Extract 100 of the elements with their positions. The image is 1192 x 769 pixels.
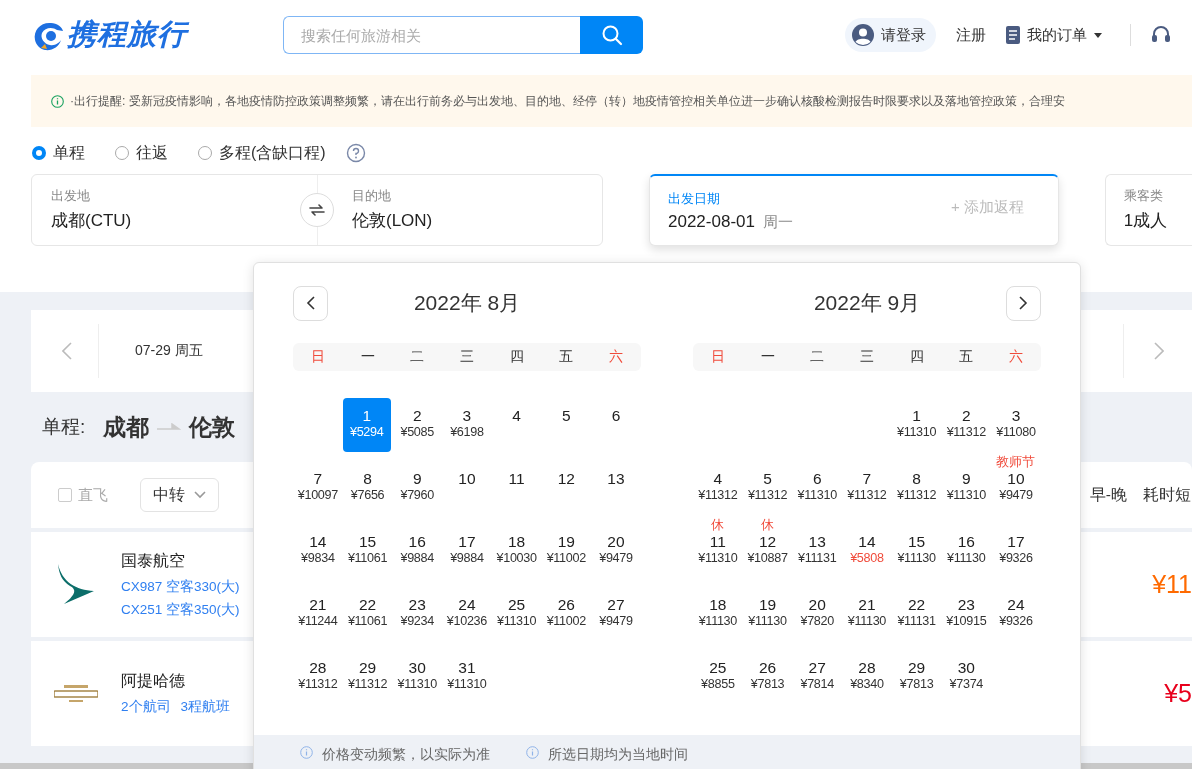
chevron-right-icon — [1019, 296, 1028, 310]
search-button[interactable] — [580, 16, 643, 54]
search-field[interactable]: 搜索任何旅游相关 — [283, 16, 580, 54]
calendar-day[interactable]: 28 ¥11312 — [293, 643, 343, 706]
flight-link[interactable]: 3程航班 — [180, 698, 231, 716]
search-icon — [600, 24, 623, 46]
price-text: ¥11 — [1152, 570, 1192, 599]
filter-dropdown[interactable]: 中转 — [140, 478, 219, 512]
calendar-day[interactable]: 1 ¥11310 — [891, 391, 942, 454]
origin-field[interactable]: 出发地 成都(CTU) — [32, 175, 300, 245]
calendar-day[interactable]: 27 ¥7814 — [792, 643, 843, 706]
orders-menu[interactable]: 我的订单 — [1006, 25, 1102, 45]
calendar-day[interactable]: 21 ¥11130 — [842, 580, 892, 643]
swap-icon — [309, 204, 325, 216]
calendar-day[interactable]: 21 ¥11244 — [293, 580, 343, 643]
calendar-day[interactable]: 10 — [442, 454, 492, 517]
calendar-day[interactable]: 教师节 10 ¥9479 — [991, 454, 1041, 517]
calendar-day[interactable]: 16 ¥9884 — [392, 517, 443, 580]
weekday-label: 四 — [508, 348, 525, 366]
calendar-day[interactable]: 1 ¥5294 — [342, 398, 391, 452]
calendar-day[interactable]: 13 — [591, 454, 641, 517]
calendar-day[interactable]: 5 ¥11312 — [742, 454, 793, 517]
help-icon[interactable] — [345, 143, 366, 163]
calendar-day[interactable]: 6 — [591, 391, 641, 454]
sort-option[interactable]: 耗时短 — [1143, 484, 1191, 506]
flight-link[interactable]: 2个航司 — [121, 698, 171, 716]
calendar-day[interactable]: 6 ¥11310 — [792, 454, 843, 517]
calendar-day[interactable]: 28 ¥8340 — [842, 643, 892, 706]
calendar-day[interactable]: 4 ¥11312 — [693, 454, 743, 517]
calendar-day[interactable]: 26 ¥11002 — [541, 580, 592, 643]
calendar-day[interactable]: 29 ¥11312 — [342, 643, 393, 706]
airline-name: 阿提哈德 — [121, 671, 186, 691]
calendar-day[interactable]: 27 ¥9479 — [591, 580, 641, 643]
calendar-day[interactable]: 31 ¥11310 — [442, 643, 492, 706]
calendar-day[interactable]: 19 ¥11002 — [541, 517, 592, 580]
calendar-day[interactable]: 22 ¥11061 — [342, 580, 393, 643]
calendar-day[interactable]: 26 ¥7813 — [742, 643, 793, 706]
trip-type-radio[interactable]: 往返 — [115, 142, 168, 164]
caret-icon — [1094, 32, 1102, 38]
calendar-day[interactable]: 24 ¥10236 — [442, 580, 492, 643]
calendar-day[interactable]: 16 ¥11130 — [941, 517, 992, 580]
calendar-day[interactable]: 23 ¥9234 — [392, 580, 443, 643]
weekday-label: 一 — [359, 348, 376, 366]
calendar-day[interactable]: 18 ¥10030 — [491, 517, 542, 580]
airline-logo-icon — [54, 684, 98, 703]
calendar-day[interactable]: 17 ¥9326 — [991, 517, 1041, 580]
calendar-day[interactable]: 19 ¥11130 — [742, 580, 793, 643]
calendar-day[interactable]: 30 ¥11310 — [392, 643, 443, 706]
calendar-day[interactable]: 2 ¥11312 — [941, 391, 992, 454]
calendar-day[interactable]: 5 — [541, 391, 592, 454]
calendar-day[interactable]: 8 ¥7656 — [342, 454, 393, 517]
flight-link[interactable]: CX251 空客350(大) — [121, 600, 240, 619]
trip-type-radio[interactable]: 多程(含缺口程) — [198, 142, 326, 164]
calendar-day[interactable]: 3 ¥6198 — [442, 391, 492, 454]
calendar-day[interactable]: 30 ¥7374 — [941, 643, 992, 706]
date-label: 出发日期 — [668, 189, 721, 208]
register-link[interactable]: 注册 — [956, 25, 986, 45]
calendar-day[interactable]: 22 ¥11131 — [891, 580, 942, 643]
trip-type-radio[interactable]: 单程 — [32, 142, 85, 164]
calendar-day[interactable]: 20 ¥9479 — [591, 517, 641, 580]
calendar-day[interactable]: 12 — [541, 454, 592, 517]
calendar-day[interactable]: 9 ¥11310 — [941, 454, 992, 517]
calendar-day[interactable]: 29 ¥7813 — [891, 643, 942, 706]
calendar-day[interactable]: 11 — [491, 454, 542, 517]
date-card[interactable]: 出发日期 2022-08-01 周一 + 添加返程 — [649, 174, 1059, 246]
sort-option[interactable]: 早-晚 — [1089, 484, 1127, 506]
calendar-day[interactable]: 7 ¥10097 — [293, 454, 343, 517]
weekday-label: 一 — [759, 348, 776, 366]
calendar-day[interactable]: 18 ¥11130 — [693, 580, 743, 643]
prev-month-button[interactable] — [293, 285, 328, 321]
calendar-day[interactable]: 8 ¥11312 — [891, 454, 942, 517]
calendar-day[interactable]: 14 ¥9834 — [293, 517, 343, 580]
chevron-right-icon[interactable] — [1154, 342, 1164, 360]
calendar-day[interactable]: 23 ¥10915 — [941, 580, 992, 643]
calendar-day[interactable]: 3 ¥11080 — [991, 391, 1041, 454]
date-tab[interactable]: 07-29 周五 — [135, 342, 203, 360]
calendar-day[interactable]: 休 12 ¥10887 — [742, 517, 793, 580]
swap-button[interactable] — [300, 193, 334, 227]
calendar-day[interactable]: 14 ¥5808 — [842, 517, 892, 580]
calendar-day[interactable]: 4 — [491, 391, 542, 454]
passenger-field[interactable]: 乘客类 1成人 — [1104, 174, 1192, 246]
chevron-left-icon[interactable] — [62, 342, 72, 360]
calendar-day[interactable]: 13 ¥11131 — [792, 517, 843, 580]
calendar-day[interactable]: 7 ¥11312 — [842, 454, 892, 517]
calendar-day[interactable]: 9 ¥7960 — [392, 454, 443, 517]
flight-link[interactable]: CX987 空客330(大) — [121, 577, 240, 596]
calendar-day[interactable]: 24 ¥9326 — [991, 580, 1041, 643]
trip-type-label: 单程: — [42, 415, 86, 439]
avatar-icon — [851, 23, 875, 47]
calendar-day[interactable]: 15 ¥11130 — [891, 517, 942, 580]
calendar-day[interactable]: 15 ¥11061 — [342, 517, 393, 580]
calendar-day[interactable]: 20 ¥7820 — [792, 580, 843, 643]
calendar-day[interactable]: 25 ¥8855 — [693, 643, 743, 706]
login-button[interactable]: 请登录 — [845, 18, 936, 52]
calendar-day[interactable]: 休 11 ¥11310 — [693, 517, 743, 580]
calendar-day[interactable]: 25 ¥11310 — [491, 580, 542, 643]
destination-field[interactable]: 目的地 伦敦(LON) — [334, 175, 602, 245]
calendar-day[interactable]: 2 ¥5085 — [392, 391, 443, 454]
next-month-button[interactable] — [1006, 285, 1041, 321]
calendar-day[interactable]: 17 ¥9884 — [442, 517, 492, 580]
